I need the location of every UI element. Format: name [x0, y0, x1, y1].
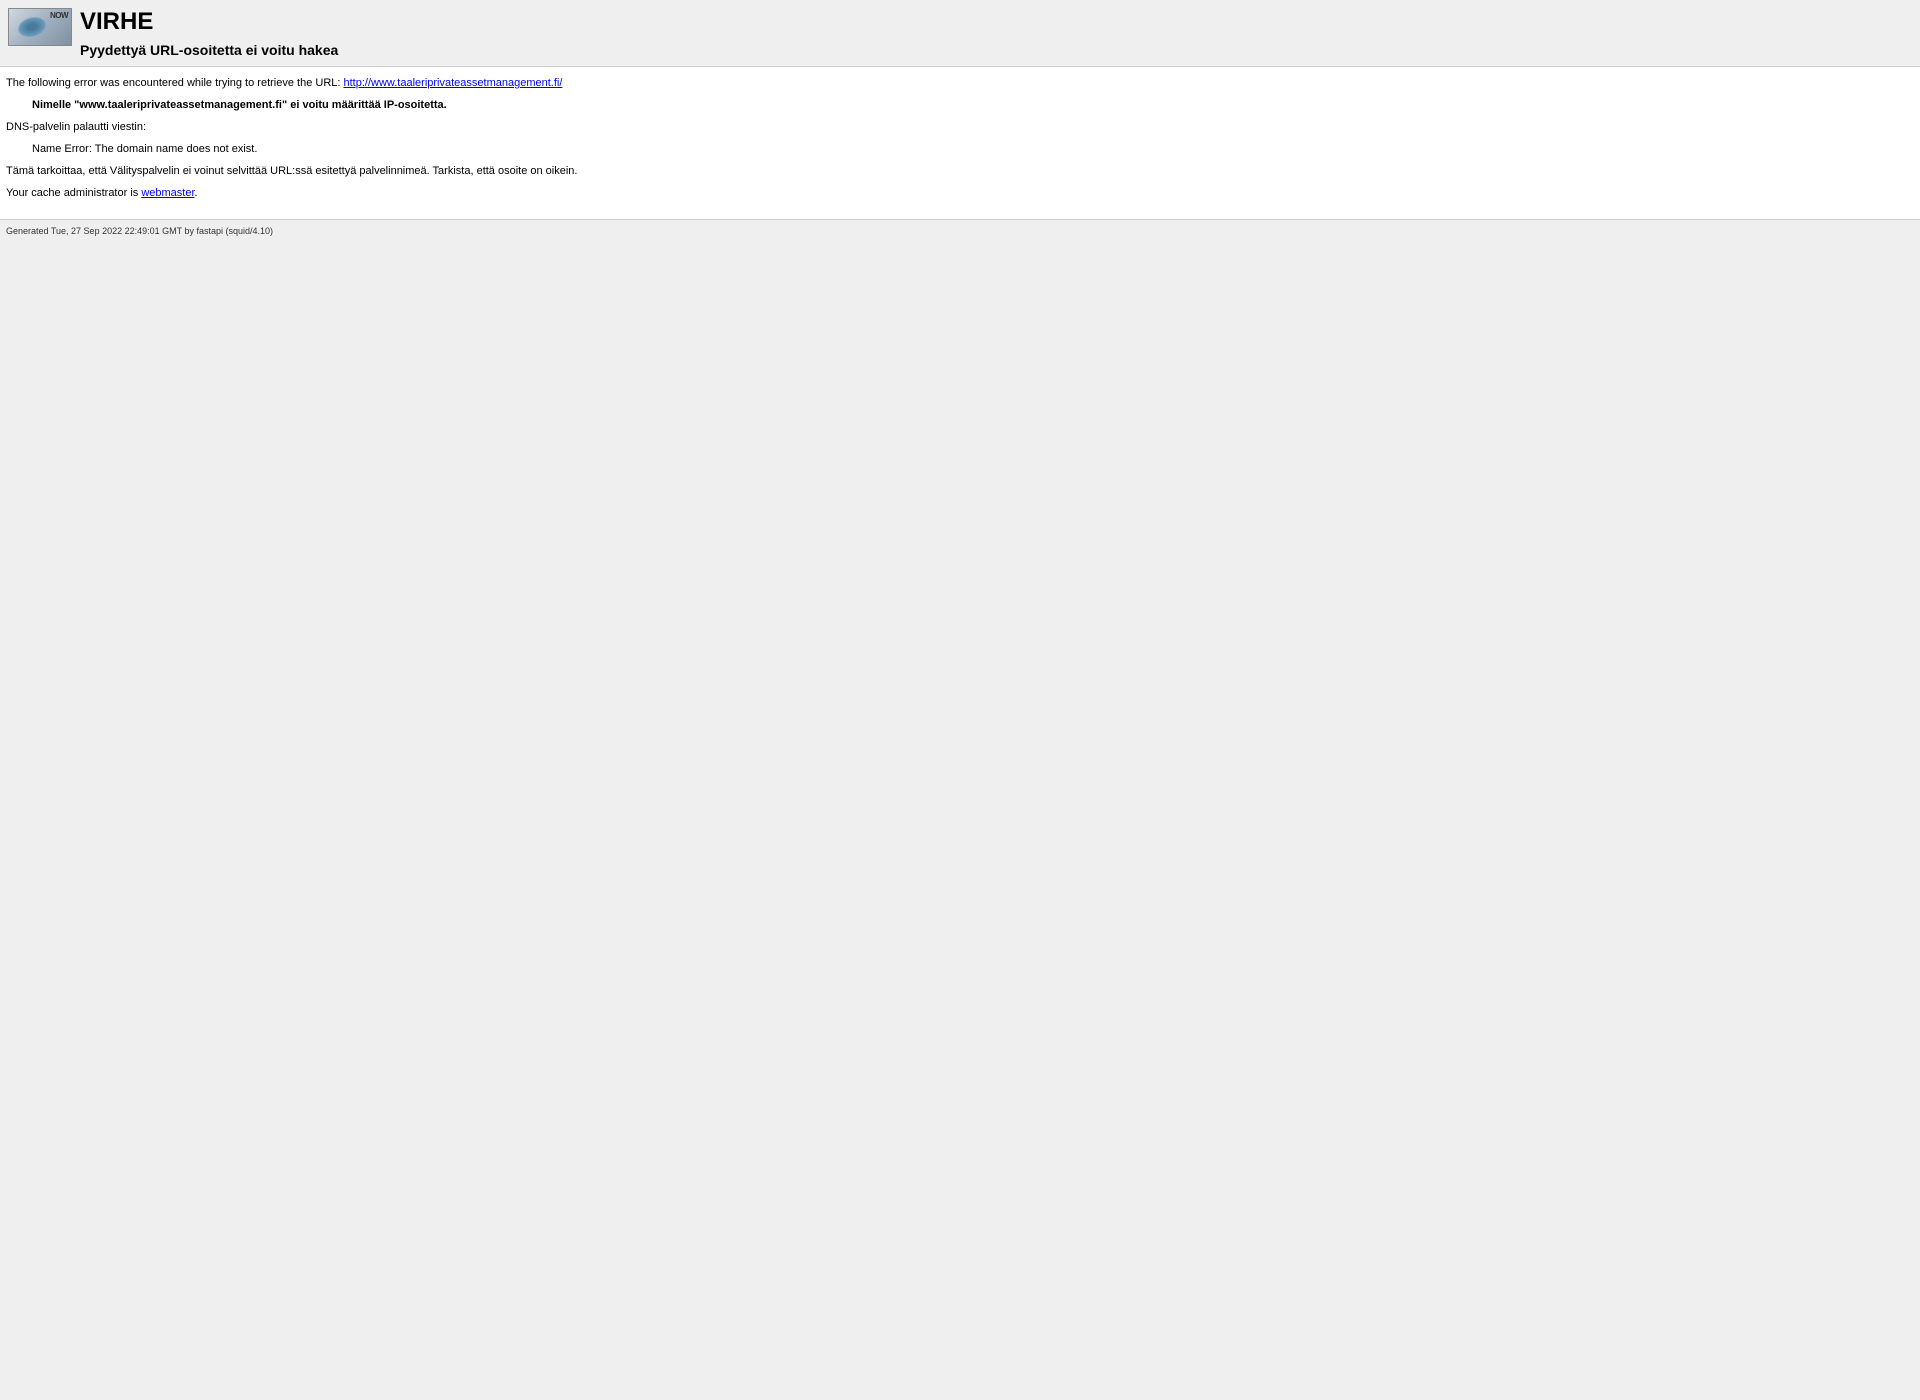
admin-contact: Your cache administrator is webmaster.: [6, 187, 1914, 199]
page-header: NOW VIRHE Pyydettyä URL-osoitetta ei voi…: [0, 0, 1920, 66]
dns-error-message: Nimelle "www.taaleriprivateassetmanageme…: [32, 99, 1914, 111]
main-content: The following error was encountered whil…: [0, 66, 1920, 220]
logo-text: NOW: [50, 11, 68, 20]
dns-returned-label: DNS-palvelin palautti viestin:: [6, 121, 1914, 133]
admin-suffix: .: [195, 187, 198, 199]
name-error-message: Name Error: The domain name does not exi…: [32, 143, 1914, 155]
error-prefix: The following error was encountered whil…: [6, 77, 344, 89]
generated-timestamp: Generated Tue, 27 Sep 2022 22:49:01 GMT …: [6, 226, 273, 236]
page-subtitle: Pyydettyä URL-osoitetta ei voitu hakea: [80, 42, 338, 58]
webmaster-link[interactable]: webmaster: [141, 187, 194, 199]
page-footer: Generated Tue, 27 Sep 2022 22:49:01 GMT …: [0, 220, 1920, 242]
failed-url-link[interactable]: http://www.taaleriprivateassetmanagement…: [344, 77, 563, 89]
page-title: VIRHE: [80, 8, 338, 36]
error-intro: The following error was encountered whil…: [6, 77, 1914, 89]
error-explanation: Tämä tarkoittaa, että Välityspalvelin ei…: [6, 165, 1914, 177]
admin-prefix: Your cache administrator is: [6, 187, 141, 199]
header-text-container: VIRHE Pyydettyä URL-osoitetta ei voitu h…: [80, 8, 338, 58]
squid-logo: NOW: [8, 8, 72, 46]
